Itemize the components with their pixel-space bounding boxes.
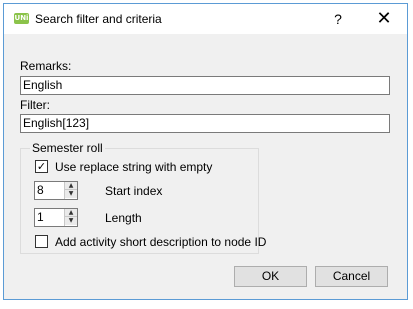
start-index-label: Start index [105,184,163,198]
ok-button[interactable]: OK [234,266,307,287]
title-bar[interactable]: UNi Search filter and criteria ? ✕ [4,4,407,34]
add-activity-checkbox[interactable] [35,235,48,248]
app-logo-icon: UNi [14,13,29,24]
length-value: 1 [37,210,44,224]
start-index-value: 8 [37,183,44,197]
help-button[interactable]: ? [324,4,352,34]
remarks-input[interactable]: English [20,76,390,95]
use-replace-string-checkbox[interactable]: ✓ [35,160,48,173]
length-spin-buttons: ▲ ▼ [64,209,77,226]
dialog-window: UNi Search filter and criteria ? ✕ Remar… [3,3,408,300]
spin-up-icon[interactable]: ▲ [65,182,77,190]
cancel-button[interactable]: Cancel [315,266,388,287]
spin-down-icon[interactable]: ▼ [65,217,77,225]
start-index-stepper[interactable]: 8 ▲ ▼ [34,181,78,200]
spin-up-icon[interactable]: ▲ [65,209,77,217]
length-stepper[interactable]: 1 ▲ ▼ [34,208,78,227]
filter-input[interactable]: English[123] [20,114,390,133]
start-index-spin-buttons: ▲ ▼ [64,182,77,199]
remarks-label: Remarks: [20,59,72,73]
add-activity-label: Add activity short description to node I… [55,235,267,249]
semester-roll-label: Semester roll [30,141,105,155]
use-replace-string-label: Use replace string with empty [55,160,213,174]
length-label: Length [105,211,142,225]
close-button[interactable]: ✕ [362,4,406,34]
filter-label: Filter: [20,98,50,112]
window-title: Search filter and criteria [35,12,162,26]
spin-down-icon[interactable]: ▼ [65,190,77,198]
